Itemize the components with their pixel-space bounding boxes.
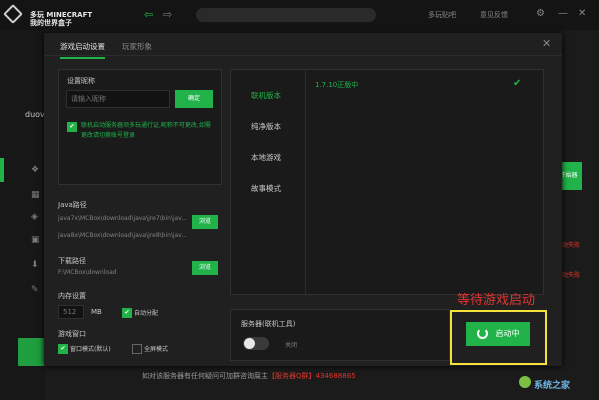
download-browse-button[interactable]: 浏览	[192, 261, 218, 275]
nickname-input[interactable]	[66, 90, 170, 108]
loading-spinner-icon	[476, 328, 488, 339]
java-browse-button[interactable]: 浏览	[192, 215, 218, 229]
nickname-panel: 设置昵称 确定 ✔ 联机启动服务器须多玩通行证,昵称不可更改,如需更改请切换账号…	[58, 69, 222, 185]
dialog-close-icon[interactable]: ✕	[542, 37, 551, 50]
back-arrow-icon[interactable]: ⇦	[144, 8, 153, 21]
video-icon[interactable]: ▣	[31, 235, 40, 245]
shield-icon[interactable]: ◈	[31, 212, 38, 222]
search-input[interactable]	[196, 8, 376, 22]
memory-title: 内存设置	[58, 292, 86, 300]
game-window-title: 游戏窗口	[58, 330, 86, 338]
nickname-notice: 联机启动服务器须多玩通行证,昵称不可更改,如需更改请切换账号登录	[81, 122, 211, 139]
sidebar-green-tile[interactable]	[18, 338, 44, 366]
nickname-notice-check-icon: ✔	[67, 122, 77, 132]
bottom-notice-qq: 434688865	[315, 372, 356, 380]
tab-launch-settings[interactable]: 游戏启动设置	[60, 41, 105, 59]
tab-divider	[44, 55, 562, 56]
annotation-text: 等待游戏启动	[457, 293, 536, 308]
brand-line-1: 多玩 MINECRAFT	[30, 11, 93, 19]
auto-memory-checkbox[interactable]: ✔	[122, 308, 132, 318]
minimize-icon[interactable]: —	[558, 8, 568, 19]
sidebar-selection-indicator	[0, 158, 4, 182]
server-panel: 服务器(联机工具) 关闭	[230, 309, 450, 361]
tieba-link[interactable]: 多玩贴吧	[428, 10, 456, 20]
close-icon[interactable]: ✕	[578, 8, 586, 19]
selected-version[interactable]: 1.7.10正版中	[315, 80, 358, 90]
java-path-title: Java路径	[58, 201, 87, 209]
app-brand: 多玩 MINECRAFT 我的世界盒子	[30, 11, 92, 27]
nickname-title: 设置昵称	[67, 77, 95, 85]
memory-input[interactable]: 512	[58, 305, 84, 319]
bottom-notice-group: 【服务器Q群】	[268, 372, 316, 380]
tools-icon[interactable]: ✎	[31, 285, 39, 295]
download-path-title: 下载路径	[58, 257, 86, 265]
watermark-logo-icon	[519, 376, 531, 388]
bottom-notice-text: 如对该服务器有任何疑问可加群咨询腐主	[142, 372, 268, 380]
bottom-notice: 如对该服务器有任何疑问可加群咨询腐主【服务器Q群】434688865	[142, 371, 356, 381]
grid-icon[interactable]: ▦	[31, 190, 40, 200]
selected-check-icon: ✔	[513, 78, 522, 89]
server-toggle-state: 关闭	[285, 342, 298, 349]
windowed-mode-label: 窗口模式(默认)	[70, 346, 111, 353]
confirm-nickname-button[interactable]: 确定	[175, 90, 213, 108]
auto-memory-label: 自动分配	[134, 310, 159, 317]
category-vanilla[interactable]: 纯净版本	[251, 121, 281, 132]
category-story[interactable]: 故事模式	[251, 183, 281, 194]
windowed-mode-checkbox[interactable]: ✔	[58, 344, 68, 354]
server-label: 服务器(联机工具)	[241, 320, 296, 328]
fullscreen-mode-checkbox[interactable]	[132, 344, 142, 354]
chat-icon[interactable]: ❖	[31, 165, 39, 175]
category-online[interactable]: 联机版本	[251, 90, 281, 101]
start-game-button[interactable]: 启动中	[466, 322, 530, 346]
forward-arrow-icon[interactable]: ⇨	[163, 8, 172, 21]
feedback-link[interactable]: 意见反馈	[480, 10, 508, 20]
java-path-2: java8x\MCBox\download\java\jre8\bin\jav.…	[58, 232, 188, 239]
versions-divider	[305, 70, 306, 294]
download-path-value: F:\MCBox\download	[58, 269, 117, 276]
brand-line-2: 我的世界盒子	[30, 19, 72, 27]
java-path-1: java7x\MCBox\download\java\jre7\bin\jav.…	[58, 215, 188, 222]
category-local[interactable]: 本地游戏	[251, 152, 281, 163]
gear-icon[interactable]: ⚙	[536, 8, 545, 19]
toggle-knob	[244, 338, 255, 349]
fullscreen-mode-label: 全屏模式	[144, 346, 169, 353]
watermark: 系统之家	[534, 381, 571, 391]
sidebar-username: duov	[25, 110, 45, 119]
memory-unit: MB	[91, 308, 102, 316]
server-toggle[interactable]	[243, 337, 269, 350]
download-icon[interactable]: ⬇	[31, 260, 39, 270]
versions-panel: 联机版本 纯净版本 本地游戏 故事模式 1.7.10正版中 ✔	[230, 69, 544, 295]
start-button-label: 启动中	[495, 329, 520, 338]
